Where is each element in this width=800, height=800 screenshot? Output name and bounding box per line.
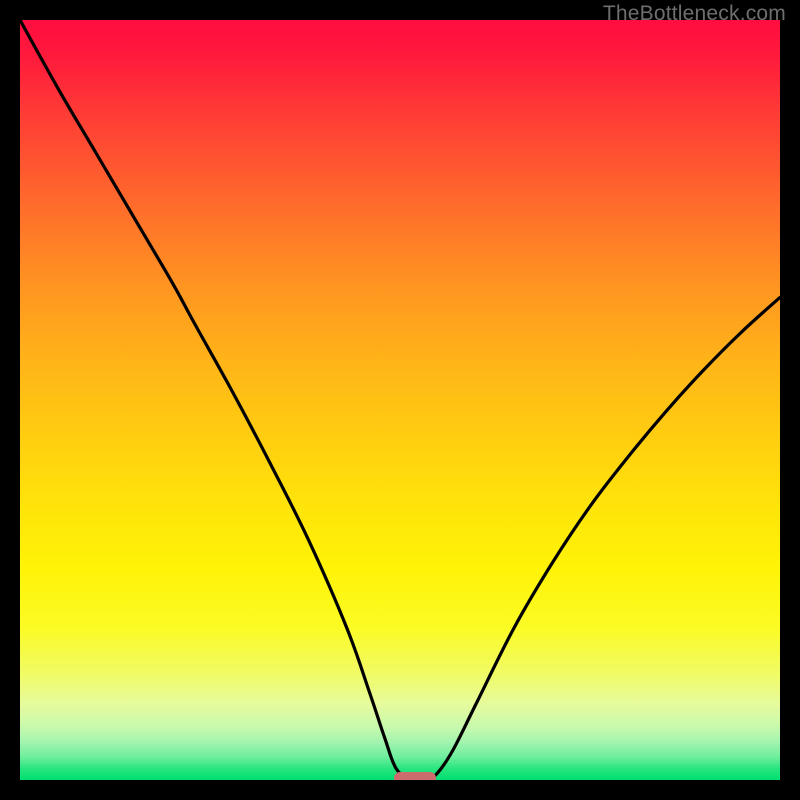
chart-frame: TheBottleneck.com (0, 0, 800, 800)
bottleneck-curve (20, 20, 780, 780)
plot-area (20, 20, 780, 780)
optimal-marker (394, 772, 436, 780)
